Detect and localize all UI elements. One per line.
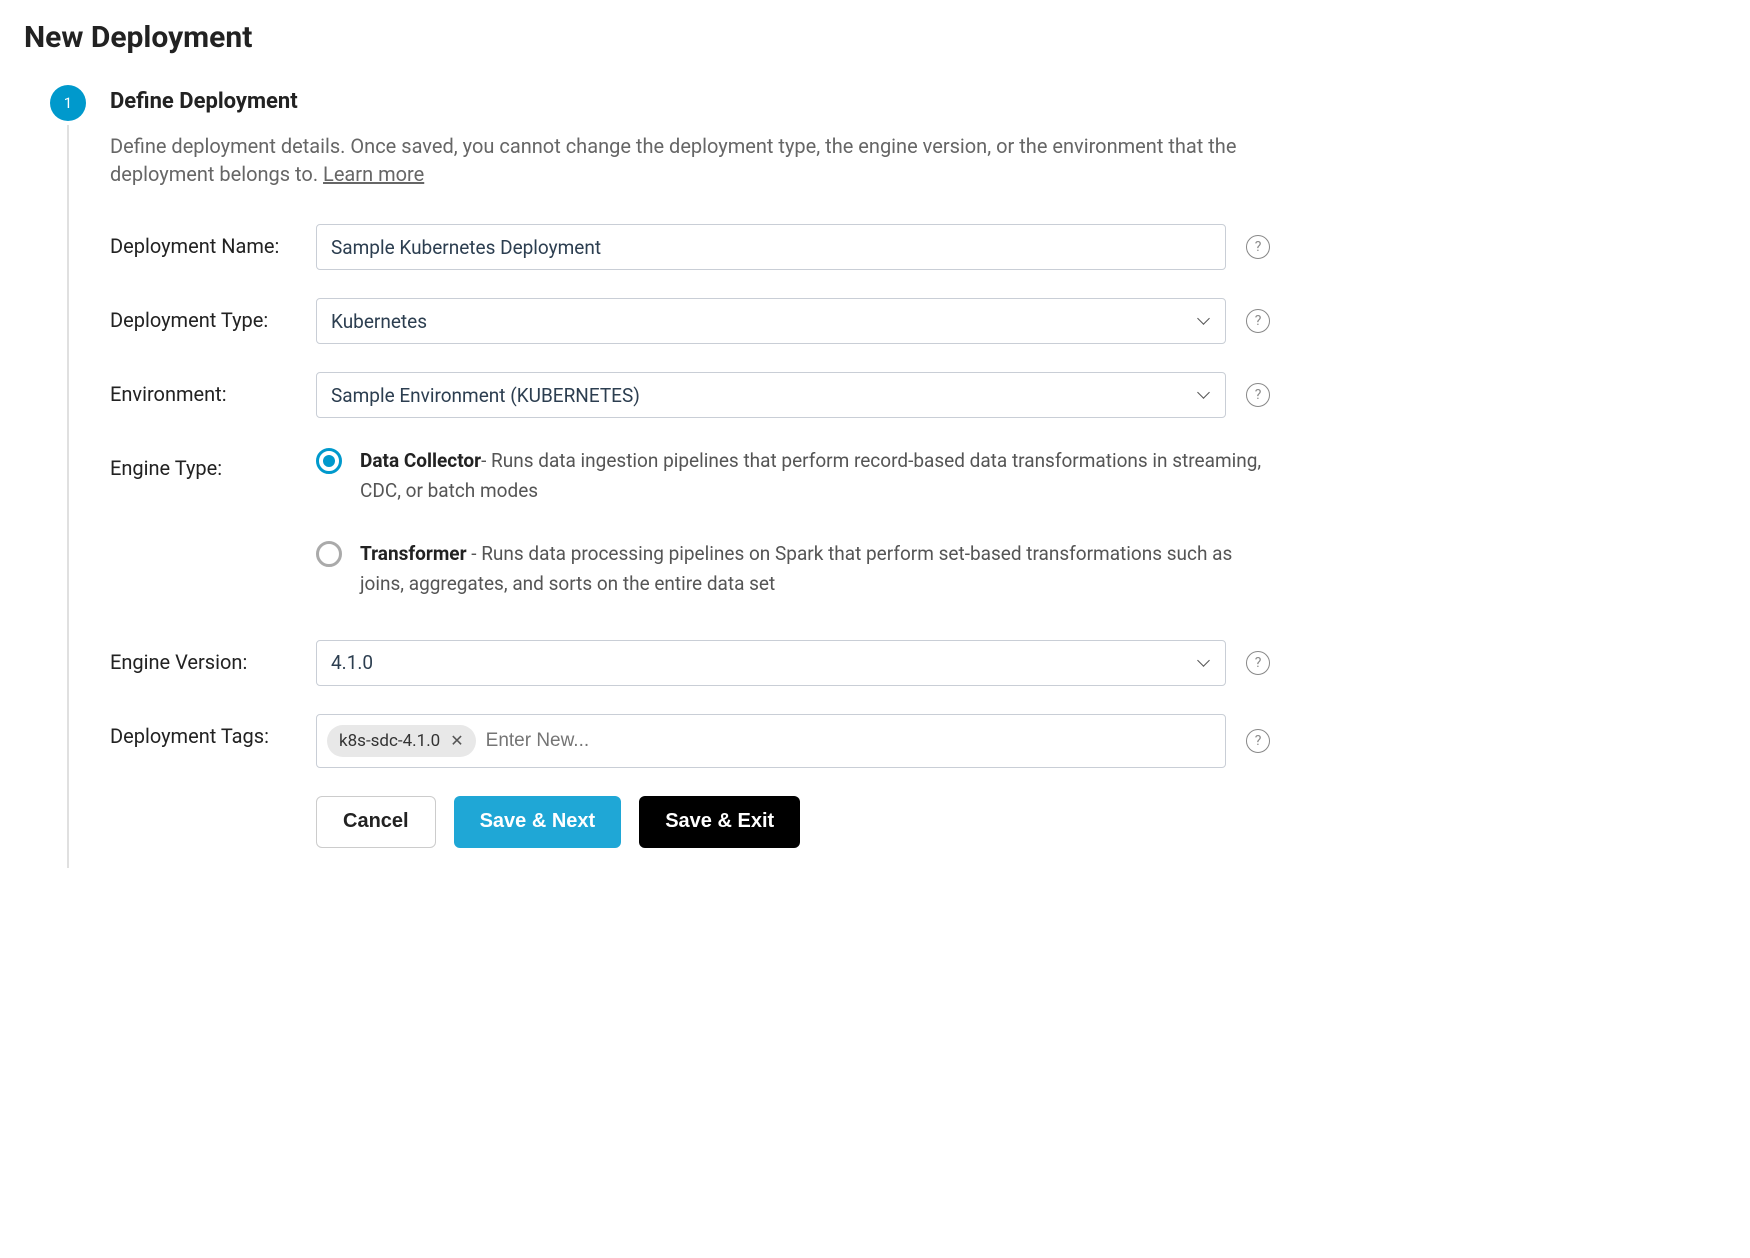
step-number-badge: 1 <box>50 85 86 121</box>
help-icon[interactable]: ? <box>1246 651 1270 675</box>
select-engine-version-value: 4.1.0 <box>331 651 373 674</box>
select-deployment-type[interactable]: Kubernetes <box>316 298 1226 344</box>
step-connector-line <box>67 125 69 868</box>
step-description-text: Define deployment details. Once saved, y… <box>110 134 1236 186</box>
row-deployment-tags: Deployment Tags: k8s-sdc-4.1.0 ✕ ? <box>110 714 1270 768</box>
label-engine-type: Engine Type: <box>110 446 316 482</box>
radio-circle-unselected[interactable] <box>316 541 342 567</box>
radio-data-collector[interactable]: Data Collector- Runs data ingestion pipe… <box>316 446 1270 507</box>
select-environment[interactable]: Sample Environment (KUBERNETES) <box>316 372 1226 418</box>
step-title: Define Deployment <box>110 89 1270 114</box>
label-deployment-name: Deployment Name: <box>110 224 316 260</box>
learn-more-link[interactable]: Learn more <box>323 162 424 186</box>
select-engine-version[interactable]: 4.1.0 <box>316 640 1226 686</box>
help-icon[interactable]: ? <box>1246 729 1270 753</box>
label-environment: Environment: <box>110 372 316 408</box>
close-icon[interactable]: ✕ <box>450 731 463 750</box>
row-deployment-name: Deployment Name: Sample Kubernetes Deplo… <box>110 224 1270 270</box>
input-deployment-name[interactable]: Sample Kubernetes Deployment <box>316 224 1226 270</box>
select-deployment-type-value: Kubernetes <box>331 310 427 333</box>
radio-transformer-name: Transformer <box>360 542 467 565</box>
cancel-button[interactable]: Cancel <box>316 796 436 848</box>
row-engine-version: Engine Version: 4.1.0 ? <box>110 640 1270 686</box>
radio-data-collector-text: Data Collector- Runs data ingestion pipe… <box>360 446 1270 507</box>
radio-transformer-text: Transformer - Runs data processing pipel… <box>360 539 1270 600</box>
tag-chip: k8s-sdc-4.1.0 ✕ <box>327 725 476 757</box>
label-engine-version: Engine Version: <box>110 640 316 676</box>
tag-chip-label: k8s-sdc-4.1.0 <box>339 731 440 751</box>
button-row: Cancel Save & Next Save & Exit <box>316 796 1270 848</box>
help-icon[interactable]: ? <box>1246 383 1270 407</box>
radio-data-collector-desc: - Runs data ingestion pipelines that per… <box>360 449 1261 502</box>
select-environment-value: Sample Environment (KUBERNETES) <box>331 384 640 407</box>
help-icon[interactable]: ? <box>1246 235 1270 259</box>
radio-circle-selected[interactable] <box>316 448 342 474</box>
step-body: Define Deployment Define deployment deta… <box>110 85 1270 868</box>
save-exit-button[interactable]: Save & Exit <box>639 796 800 848</box>
row-engine-type: Engine Type: Data Collector- Runs data i… <box>110 446 1270 600</box>
wizard-step: 1 Define Deployment Define deployment de… <box>50 85 1730 868</box>
tag-new-input[interactable] <box>486 730 1215 752</box>
page-title: New Deployment <box>24 20 1730 55</box>
step-indicator-column: 1 <box>50 85 86 868</box>
label-deployment-tags: Deployment Tags: <box>110 714 316 750</box>
input-deployment-tags[interactable]: k8s-sdc-4.1.0 ✕ <box>316 714 1226 768</box>
radio-transformer[interactable]: Transformer - Runs data processing pipel… <box>316 539 1270 600</box>
chevron-down-icon <box>1197 388 1211 402</box>
label-deployment-type: Deployment Type: <box>110 298 316 334</box>
step-description: Define deployment details. Once saved, y… <box>110 132 1270 188</box>
radio-transformer-desc: - Runs data processing pipelines on Spar… <box>360 542 1232 595</box>
row-environment: Environment: Sample Environment (KUBERNE… <box>110 372 1270 418</box>
engine-type-radio-group: Data Collector- Runs data ingestion pipe… <box>316 446 1270 600</box>
save-next-button[interactable]: Save & Next <box>454 796 622 848</box>
row-deployment-type: Deployment Type: Kubernetes ? <box>110 298 1270 344</box>
help-icon[interactable]: ? <box>1246 309 1270 333</box>
chevron-down-icon <box>1197 656 1211 670</box>
input-deployment-name-value: Sample Kubernetes Deployment <box>331 236 601 259</box>
radio-data-collector-name: Data Collector <box>360 449 481 472</box>
chevron-down-icon <box>1197 314 1211 328</box>
